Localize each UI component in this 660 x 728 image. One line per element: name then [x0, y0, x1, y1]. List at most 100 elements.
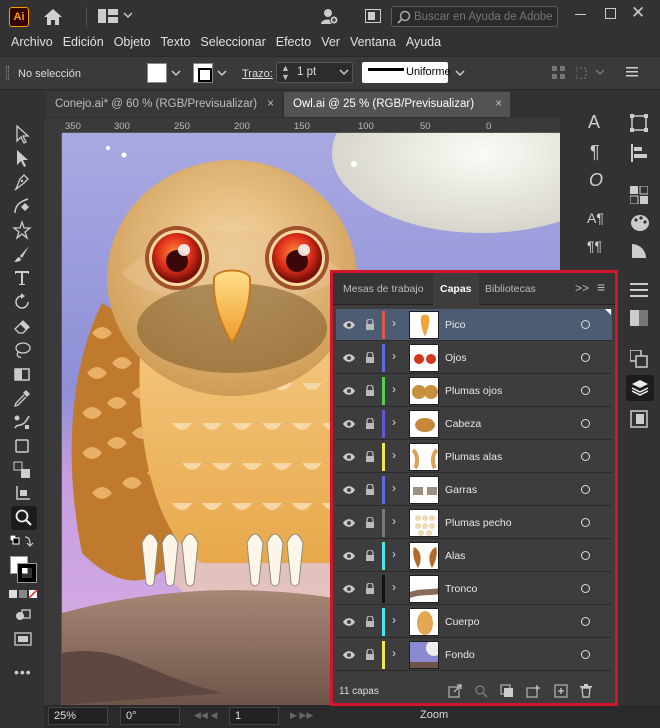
chevron-down-icon[interactable]	[171, 67, 181, 81]
layer-row-plumas-alas[interactable]: › Plumas alas	[336, 441, 612, 473]
chevron-right-icon[interactable]: ›	[392, 646, 396, 660]
target-circle-icon[interactable]	[581, 584, 590, 593]
layer-row-garras[interactable]: › Garras	[336, 474, 612, 506]
links-panel-icon[interactable]	[630, 410, 648, 431]
layer-name[interactable]: Plumas alas	[445, 451, 502, 463]
menu-archivo[interactable]: Archivo	[6, 32, 58, 54]
lock-icon[interactable]	[365, 351, 375, 367]
layer-row-plumas-pecho[interactable]: › Plumas pecho	[336, 507, 612, 539]
crop-tool-icon[interactable]	[12, 484, 34, 506]
target-circle-icon[interactable]	[581, 551, 590, 560]
layer-row-ojos[interactable]: › Ojos	[336, 342, 612, 374]
brush-tool-icon[interactable]	[12, 244, 34, 266]
fill-swatch[interactable]	[147, 63, 167, 83]
zoom-level-select[interactable]: 25%	[48, 707, 108, 725]
menu-objeto[interactable]: Objeto	[109, 32, 156, 54]
chevron-right-icon[interactable]: ›	[392, 316, 396, 330]
lock-icon[interactable]	[365, 549, 375, 565]
visibility-eye-icon[interactable]	[342, 583, 356, 597]
layer-row-cuerpo[interactable]: › Cuerpo	[336, 606, 612, 638]
home-icon[interactable]	[43, 8, 63, 29]
shape-builder-icon[interactable]	[12, 460, 34, 482]
artboard-nav-prev-icon[interactable]: ◀◀ ◀	[194, 710, 217, 721]
align-grid-icon[interactable]	[552, 66, 566, 83]
target-circle-icon[interactable]	[581, 485, 590, 494]
menu-edicion[interactable]: Edición	[58, 32, 109, 54]
visibility-eye-icon[interactable]	[342, 550, 356, 564]
lock-icon[interactable]	[365, 384, 375, 400]
tab-owl[interactable]: Owl.ai @ 25 % (RGB/Previsualizar) ×	[284, 92, 510, 117]
close-icon[interactable]: ×	[267, 92, 274, 117]
visibility-eye-icon[interactable]	[342, 517, 356, 531]
minimize-button[interactable]	[575, 14, 586, 15]
share-user-icon[interactable]	[320, 7, 346, 28]
visibility-eye-icon[interactable]	[342, 649, 356, 663]
layer-name[interactable]: Plumas pecho	[445, 517, 512, 529]
para-styles-icon[interactable]: ¶¶	[587, 238, 602, 254]
visibility-eye-icon[interactable]	[342, 616, 356, 630]
stroke-weight-field[interactable]: ▲ ▼ 1 pt	[276, 62, 353, 83]
eraser-tool-icon[interactable]	[12, 316, 34, 338]
spinner-icon[interactable]: ▲ ▼	[281, 64, 290, 82]
layer-row-tronco[interactable]: › Tronco	[336, 573, 612, 605]
lock-icon[interactable]	[365, 516, 375, 532]
tab-conejo[interactable]: Conejo.ai* @ 60 % (RGB/Previsualizar) ×	[46, 92, 282, 117]
type-tool-icon[interactable]	[12, 268, 34, 290]
visibility-eye-icon[interactable]	[342, 352, 356, 366]
visibility-eye-icon[interactable]	[342, 418, 356, 432]
chevron-right-icon[interactable]: ›	[392, 415, 396, 429]
lock-icon[interactable]	[365, 483, 375, 499]
lasso-tool-icon[interactable]	[12, 340, 34, 362]
layer-row-alas[interactable]: › Alas	[336, 540, 612, 572]
chevron-right-icon[interactable]: ›	[392, 448, 396, 462]
direct-selection-tool-icon[interactable]	[12, 148, 34, 170]
layer-name[interactable]: Plumas ojos	[445, 385, 502, 397]
rotation-select[interactable]: 0°	[120, 707, 180, 725]
new-sublayer-icon[interactable]	[526, 684, 542, 701]
paragraph-panel-icon[interactable]: ¶	[590, 142, 600, 163]
curvature-tool-icon[interactable]	[12, 196, 34, 218]
char-styles-icon[interactable]: A¶	[587, 210, 604, 226]
chevron-down-icon[interactable]	[217, 67, 227, 81]
tab-bibliotecas[interactable]: Bibliotecas	[478, 273, 543, 305]
layers-panel-icon[interactable]	[626, 375, 654, 401]
swap-colors-icon[interactable]	[9, 534, 34, 549]
transform-icon[interactable]	[575, 66, 605, 83]
transform-panel-icon[interactable]	[630, 114, 648, 135]
target-circle-icon[interactable]	[581, 386, 590, 395]
artboards-panel-icon[interactable]	[629, 349, 648, 371]
chevron-right-icon[interactable]: ›	[392, 580, 396, 594]
stroke-swatch[interactable]	[193, 63, 213, 83]
vertical-ruler[interactable]	[44, 133, 62, 705]
more-tools-icon[interactable]: •••	[14, 664, 32, 680]
chevron-right-icon[interactable]: ›	[392, 382, 396, 396]
chevron-right-icon[interactable]: ›	[392, 349, 396, 363]
stroke-profile-select[interactable]: Uniforme	[362, 62, 451, 83]
visibility-eye-icon[interactable]	[342, 319, 356, 333]
arrange-window-icon[interactable]	[365, 9, 381, 26]
tab-mesas-de-trabajo[interactable]: Mesas de trabajo	[336, 273, 431, 305]
lock-icon[interactable]	[365, 417, 375, 433]
new-layer-icon[interactable]	[554, 684, 568, 701]
layer-name[interactable]: Cabeza	[445, 418, 481, 430]
close-icon[interactable]: ×	[495, 92, 502, 117]
locate-object-icon[interactable]	[474, 684, 488, 701]
target-circle-icon[interactable]	[581, 650, 590, 659]
zoom-tool-icon[interactable]	[11, 506, 37, 530]
layer-name[interactable]: Garras	[445, 484, 477, 496]
lock-icon[interactable]	[365, 648, 375, 664]
layer-name[interactable]: Pico	[445, 319, 465, 331]
layer-name[interactable]: Fondo	[445, 649, 475, 661]
chevron-down-icon[interactable]	[455, 67, 465, 81]
panel-menu-icon[interactable]: ≡	[597, 279, 605, 295]
chevron-right-icon[interactable]: ›	[392, 613, 396, 627]
lock-icon[interactable]	[365, 615, 375, 631]
target-circle-icon[interactable]	[581, 617, 590, 626]
menu-ver[interactable]: Ver	[316, 32, 345, 54]
workspace-switcher-icon[interactable]	[98, 9, 133, 26]
fill-stroke-indicator[interactable]	[10, 556, 37, 583]
chevron-right-icon[interactable]: ›	[392, 481, 396, 495]
draw-mode-icon[interactable]	[14, 608, 32, 624]
close-window-button[interactable]: ✕	[631, 3, 645, 23]
chevron-right-icon[interactable]: ›	[392, 514, 396, 528]
